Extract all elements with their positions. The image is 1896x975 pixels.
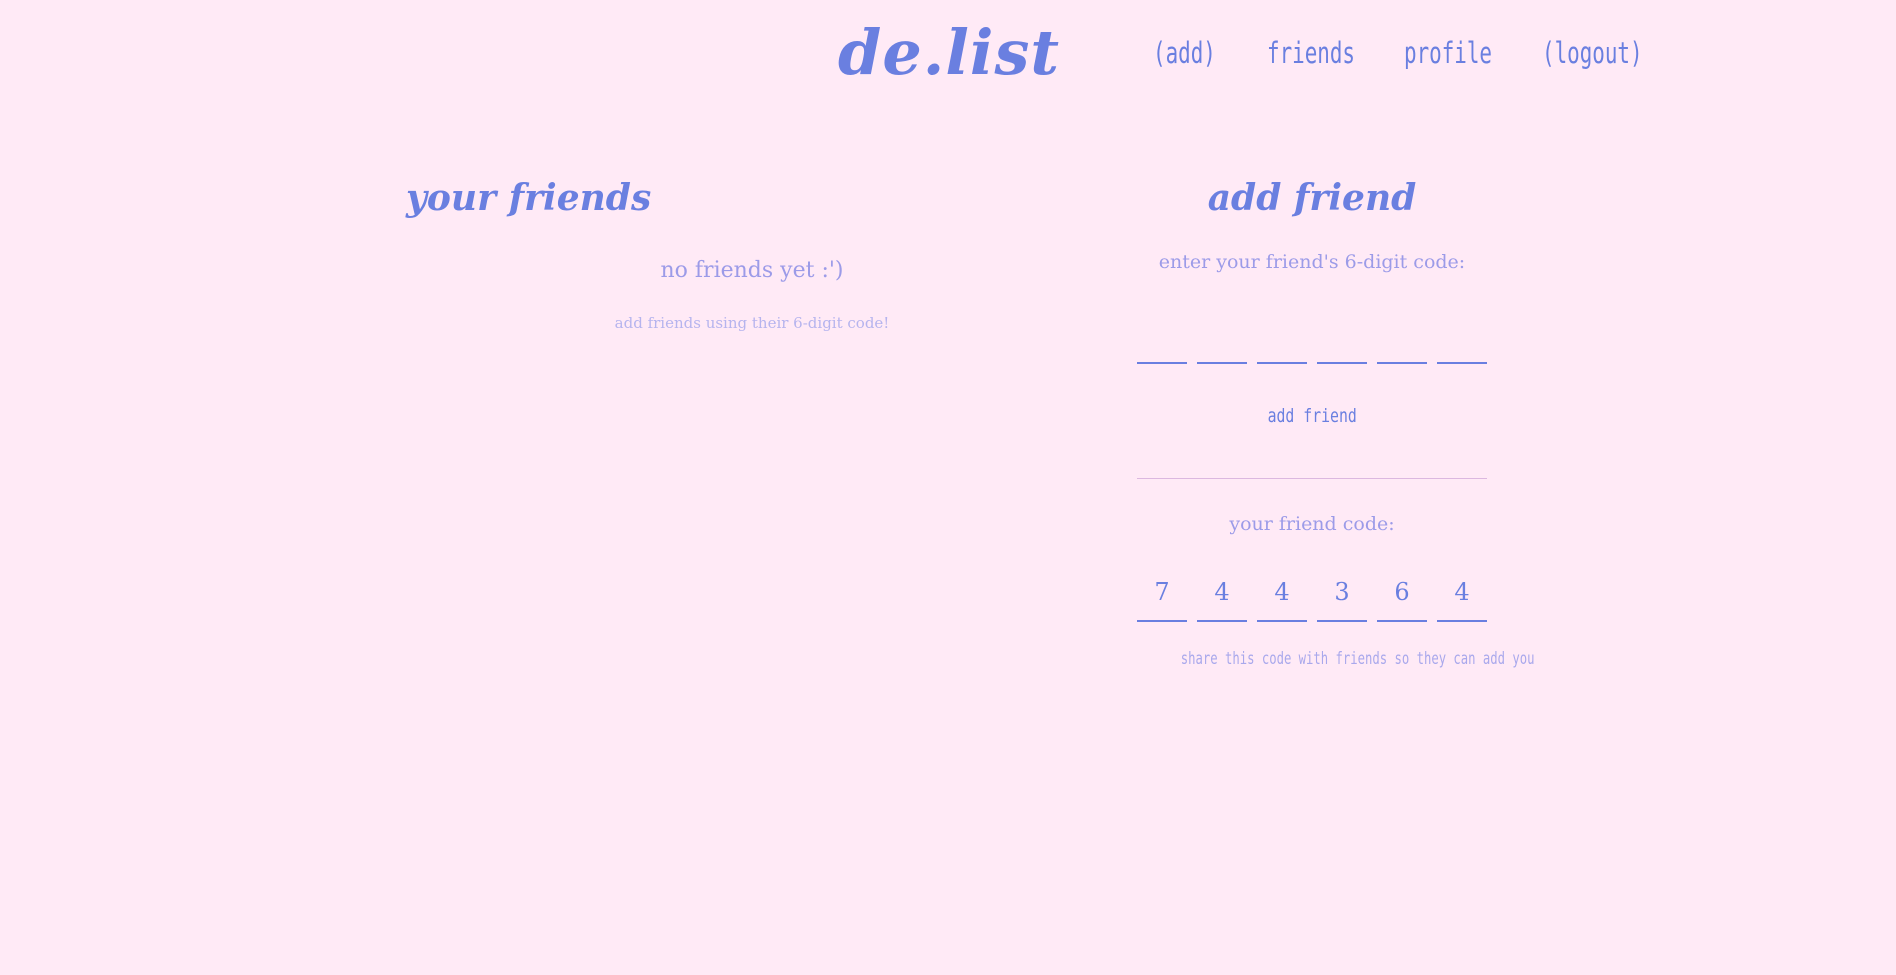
share-code-note-text: share this code with friends so they can… [1180, 649, 1535, 669]
your-code-digit-2: 4 [1197, 572, 1247, 622]
code-digit-input-4[interactable] [1317, 322, 1367, 364]
empty-friends-message: no friends yet :') [660, 258, 844, 283]
divider [1137, 478, 1487, 479]
add-friend-button-label: add friend [1267, 405, 1357, 427]
your-code-digit-6: 4 [1437, 572, 1487, 622]
header: de.list (add) friends profile (logout) [0, 0, 1896, 110]
your-code-digit-1: 7 [1137, 572, 1187, 622]
code-digit-input-1[interactable] [1137, 322, 1187, 364]
nav-friends[interactable]: friends [1267, 36, 1355, 70]
nav-bar: (add) friends profile (logout) [0, 36, 1896, 76]
your-code-digit-5: 6 [1377, 572, 1427, 622]
code-prompt: enter your friend's 6-digit code: [1158, 251, 1466, 273]
your-friends-title: your friends [406, 177, 652, 219]
your-code-display: 7 4 4 3 6 4 [1137, 572, 1487, 622]
code-input-group [1137, 322, 1487, 364]
add-friend-title: add friend [1207, 177, 1417, 219]
code-digit-input-3[interactable] [1257, 322, 1307, 364]
your-code-label: your friend code: [1229, 513, 1395, 535]
nav-add[interactable]: (add) [1153, 36, 1216, 70]
empty-friends-hint: add friends using their 6-digit code! [614, 314, 890, 332]
code-digit-input-6[interactable] [1437, 322, 1487, 364]
share-code-note: share this code with friends so they can… [1112, 649, 1535, 669]
code-digit-input-2[interactable] [1197, 322, 1247, 364]
your-code-digit-3: 4 [1257, 572, 1307, 622]
nav-logout[interactable]: (logout) [1542, 36, 1643, 70]
nav-profile[interactable]: profile [1404, 36, 1492, 70]
add-friend-button[interactable]: add friend [1112, 405, 1512, 427]
code-digit-input-5[interactable] [1377, 322, 1427, 364]
your-code-digit-4: 3 [1317, 572, 1367, 622]
